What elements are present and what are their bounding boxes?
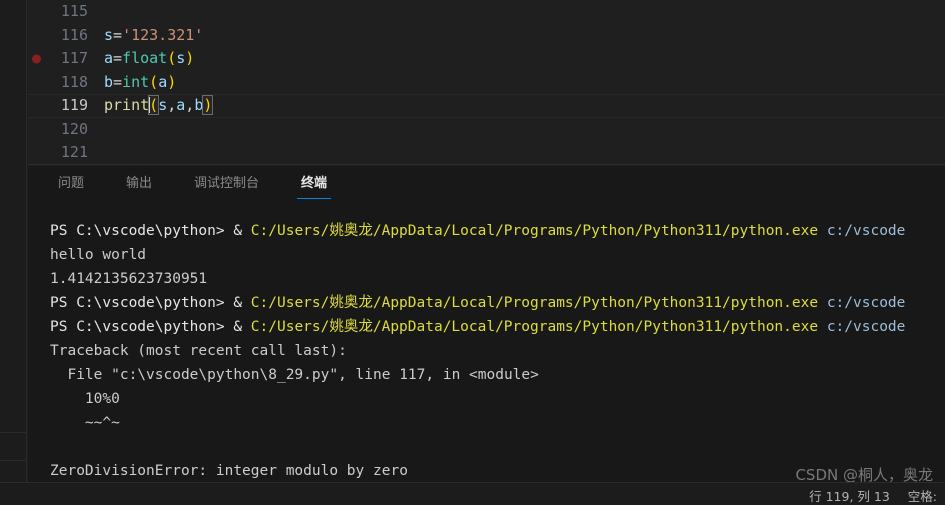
- terminal-segment: PS C:\vscode\python>: [50, 319, 234, 335]
- terminal-segment: c:/vscode: [826, 223, 906, 239]
- status-bar-right-group: 行 119, 列 13 空格:: [795, 486, 937, 505]
- editor-line-list: 115 116 s='123.321' 117 a=float(s) 118 b=int(a…: [28, 0, 945, 164]
- editor-line-number: 115: [60, 2, 88, 20]
- editor-line-text: b=int(a): [104, 72, 177, 91]
- bottom-panel: 问题 输出 调试控制台 终端 PS C:\vscode\python> & C:/Us…: [28, 166, 945, 482]
- terminal-line: PS C:\vscode\python> & C:/Users/姚奥龙/AppD…: [50, 315, 945, 339]
- status-cursor-position[interactable]: 行 119, 列 13: [809, 489, 890, 504]
- editor-line-number: 118: [60, 72, 88, 91]
- panel-tab-2[interactable]: 调试控制台: [182, 166, 271, 201]
- vscode-window: 115 116 s='123.321' 117 a=float(s) 118 b=int(a…: [0, 0, 945, 505]
- terminal-segment: &: [233, 295, 251, 311]
- terminal-line: 10%0: [50, 387, 945, 411]
- editor-line-number: 121: [60, 143, 88, 161]
- panel-tab-0[interactable]: 问题: [46, 166, 96, 201]
- terminal-line: hello world: [50, 243, 945, 267]
- activity-bar-divider: [0, 460, 27, 461]
- breakpoint-icon[interactable]: [32, 54, 41, 64]
- editor-line[interactable]: 116 s='123.321': [28, 24, 945, 48]
- editor-line-number: 116: [60, 25, 88, 44]
- panel-tab-3[interactable]: 终端: [289, 166, 339, 201]
- editor-line-text: a=float(s): [104, 49, 195, 67]
- terminal-line: ~~^~: [50, 411, 945, 435]
- terminal-segment: c:/vscode: [826, 319, 906, 335]
- editor-line-text: s='123.321': [104, 25, 204, 44]
- editor-line-number: 117: [60, 49, 88, 67]
- editor-line[interactable]: 120: [28, 118, 945, 142]
- editor-line[interactable]: 115: [28, 0, 945, 24]
- terminal-segment: 1.4142135623730951: [50, 271, 208, 287]
- editor-line[interactable]: 119 print(s,a,b): [28, 94, 945, 118]
- terminal-line: ZeroDivisionError: integer modulo by zer…: [50, 459, 945, 482]
- terminal-line: PS C:\vscode\python> & C:/Users/姚奥龙/AppD…: [50, 291, 945, 315]
- activity-bar-divider: [0, 432, 27, 433]
- editor-line-text: print(s,a,b): [104, 95, 214, 115]
- terminal-segment: PS C:\vscode\python>: [50, 295, 234, 311]
- status-bar: 行 119, 列 13 空格:: [0, 482, 945, 505]
- terminal-segment: &: [233, 319, 251, 335]
- code-editor[interactable]: 115 116 s='123.321' 117 a=float(s) 118 b=int(a…: [28, 0, 945, 165]
- terminal-line: File "c:\vscode\python\8_29.py", line 11…: [50, 363, 945, 387]
- terminal-segment: &: [233, 223, 251, 239]
- editor-line-number: 120: [60, 119, 88, 138]
- editor-line[interactable]: 117 a=float(s): [28, 47, 945, 71]
- panel-tab-bar: 问题 输出 调试控制台 终端: [28, 166, 945, 201]
- terminal-segment: C:/Users/姚奥龙/AppData/Local/Programs/Pyth…: [250, 223, 827, 239]
- editor-line[interactable]: 121: [28, 141, 945, 164]
- editor-line-number: 119: [60, 96, 88, 114]
- editor-line[interactable]: 118 b=int(a): [28, 71, 945, 95]
- terminal-line: Traceback (most recent call last):: [50, 339, 945, 363]
- terminal-segment: 10%0: [50, 391, 120, 407]
- terminal-segment: c:/vscode: [826, 295, 906, 311]
- terminal-segment: hello world: [50, 247, 147, 263]
- terminal-segment: ~~^~: [50, 415, 120, 431]
- terminal-segment: File "c:\vscode\python\8_29.py", line 11…: [50, 367, 539, 383]
- terminal-segment: C:/Users/姚奥龙/AppData/Local/Programs/Pyth…: [250, 319, 827, 335]
- terminal-segment: Traceback (most recent call last):: [50, 343, 347, 359]
- terminal-output[interactable]: PS C:\vscode\python> & C:/Users/姚奥龙/AppD…: [28, 201, 945, 482]
- activity-bar[interactable]: [0, 0, 27, 505]
- terminal-line: PS C:\vscode\python> & C:/Users/姚奥龙/AppD…: [50, 219, 945, 243]
- terminal-line: 1.4142135623730951: [50, 267, 945, 291]
- status-indentation[interactable]: 空格:: [908, 489, 937, 504]
- panel-tab-1[interactable]: 输出: [114, 166, 164, 201]
- terminal-segment: C:/Users/姚奥龙/AppData/Local/Programs/Pyth…: [250, 295, 827, 311]
- terminal-segment: PS C:\vscode\python>: [50, 223, 234, 239]
- terminal-segment: ZeroDivisionError: integer modulo by zer…: [50, 463, 408, 479]
